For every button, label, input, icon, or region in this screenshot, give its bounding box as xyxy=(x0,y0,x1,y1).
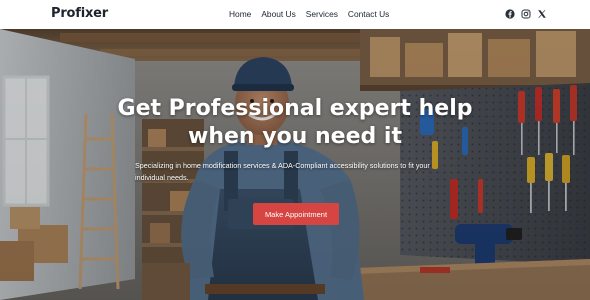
hero-title-line2: when you need it xyxy=(188,124,402,149)
facebook-icon[interactable] xyxy=(505,9,515,19)
hero-subtitle: Specializing in home modification servic… xyxy=(135,160,459,184)
nav-services-link[interactable]: Services xyxy=(306,9,338,19)
site-header: Profixer Home About Us Services Contact … xyxy=(0,0,590,29)
hero-title-line1: Get Professional expert help xyxy=(117,96,473,121)
nav-contact-link[interactable]: Contact Us xyxy=(348,9,389,19)
hero-title: Get Professional expert help when you ne… xyxy=(95,95,495,151)
hero-subtitle-line2: individual needs. xyxy=(135,173,189,182)
instagram-icon[interactable] xyxy=(521,9,531,19)
social-links xyxy=(505,9,547,19)
make-appointment-button[interactable]: Make Appointment xyxy=(253,203,339,225)
hero-section: Get Professional expert help when you ne… xyxy=(0,29,590,300)
main-nav: Home About Us Services Contact Us xyxy=(229,9,389,19)
brand-logo[interactable]: Profixer xyxy=(51,6,108,21)
hero-subtitle-line1: Specializing in home modification servic… xyxy=(135,161,430,170)
x-twitter-icon[interactable] xyxy=(537,9,547,19)
nav-home-link[interactable]: Home xyxy=(229,9,251,19)
nav-about-link[interactable]: About Us xyxy=(261,9,295,19)
